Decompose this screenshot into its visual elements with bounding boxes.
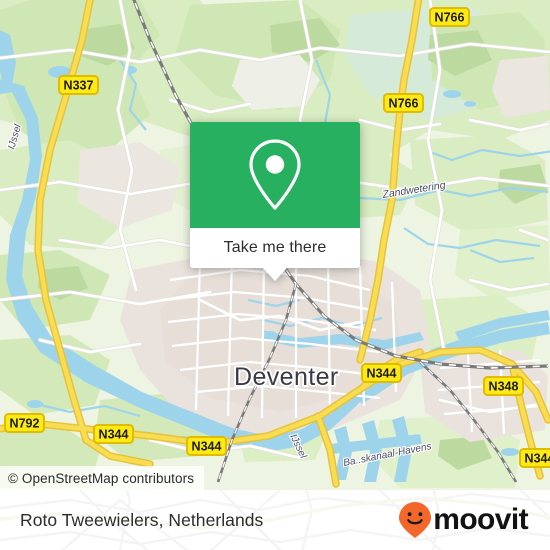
svg-text:N766: N766 xyxy=(435,11,465,25)
road-shield[interactable]: N344 xyxy=(361,363,402,383)
callout-image-panel xyxy=(190,122,360,228)
svg-text:N344: N344 xyxy=(367,367,397,381)
road-shield[interactable]: N766 xyxy=(383,93,424,113)
road-shield[interactable]: N766 xyxy=(429,7,470,27)
svg-text:N344: N344 xyxy=(192,440,222,454)
take-me-there-label: Take me there xyxy=(223,239,327,256)
road-shield[interactable]: N344 xyxy=(186,436,227,456)
moovit-wordmark: moovit xyxy=(433,503,528,536)
osm-attribution[interactable]: © OpenStreetMap contributors xyxy=(0,466,205,490)
callout-pointer xyxy=(262,267,288,281)
place-title: Roto Tweewielers, Netherlands xyxy=(20,509,264,530)
osm-attribution-text: © OpenStreetMap contributors xyxy=(8,470,195,486)
svg-text:N344: N344 xyxy=(525,452,550,466)
footer-bar: Roto Tweewielers, Netherlands moovit xyxy=(0,490,550,550)
road-shield[interactable]: N792 xyxy=(4,413,45,433)
road-shield[interactable]: N337 xyxy=(58,75,99,95)
road-shield[interactable]: N344 xyxy=(519,448,550,468)
road-shield[interactable]: N348 xyxy=(483,376,524,396)
moovit-logo[interactable]: moovit xyxy=(398,501,529,539)
road-shield[interactable]: N344 xyxy=(93,424,134,444)
callout-action-panel[interactable]: Take me there xyxy=(190,228,360,281)
moovit-pin-icon xyxy=(399,502,432,538)
svg-text:N344: N344 xyxy=(99,428,129,442)
take-me-there-callout[interactable]: Take me there xyxy=(190,122,360,281)
map-pin-icon xyxy=(249,139,301,210)
svg-text:N348: N348 xyxy=(489,380,519,394)
svg-text:N766: N766 xyxy=(389,97,419,111)
svg-text:N337: N337 xyxy=(64,79,94,93)
city-label: Deventer xyxy=(234,363,339,391)
svg-text:N792: N792 xyxy=(10,417,40,431)
moovit-map-screenshot: IJssel IJssel Zandwetering Ba..skanaal-H… xyxy=(0,0,550,550)
